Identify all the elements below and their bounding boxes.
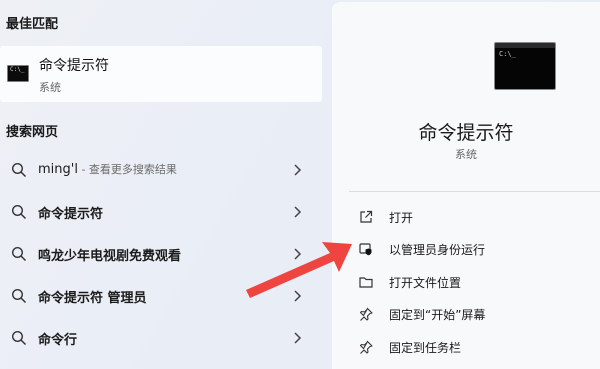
search-result-label: 命令提示符 管理员	[38, 291, 147, 306]
best-match-name: 命令提示符	[39, 58, 109, 74]
search-result-label: 命令行	[38, 333, 78, 348]
divider	[349, 191, 600, 192]
action-label: 固定到“开始”屏幕	[389, 308, 486, 322]
search-icon	[11, 204, 27, 220]
action-label: 以管理员身份运行	[389, 243, 486, 257]
best-match-header: 最佳匹配	[6, 17, 59, 32]
search-icon	[11, 162, 27, 178]
command-prompt-icon: C:\_	[7, 65, 29, 82]
search-results-pane: 最佳匹配 C:\_ 命令提示符 系统 搜索网页 ming'l - 查看更多搜索结…	[0, 0, 332, 369]
annotation-arrow	[246, 242, 352, 298]
app-title: 命令提示符	[418, 122, 514, 144]
app-type: 系统	[455, 148, 477, 161]
search-result-label: 命令提示符	[38, 207, 104, 222]
app-detail-pane: C:\_ 命令提示符 系统 打开 以管理员身份运行 打开文件位置 固定到“开始”…	[332, 2, 600, 369]
folder-icon	[359, 277, 373, 288]
chevron-right-icon[interactable]	[292, 205, 302, 219]
action-label: 打开	[389, 211, 414, 225]
search-result-row[interactable]: 命令提示符	[0, 192, 322, 232]
action-open-file-location[interactable]: 打开文件位置	[332, 268, 600, 296]
best-match-type: 系统	[39, 81, 61, 94]
search-result-label: ming'l - 查看更多搜索结果	[38, 162, 177, 177]
search-icon	[11, 330, 27, 346]
chevron-right-icon[interactable]	[292, 331, 302, 345]
admin-shield-icon	[359, 243, 372, 256]
search-result-row[interactable]: ming'l - 查看更多搜索结果	[0, 150, 322, 190]
open-icon	[360, 210, 373, 223]
search-result-row[interactable]: 命令行	[0, 318, 322, 358]
pin-icon	[359, 307, 373, 321]
best-match-item[interactable]: C:\_ 命令提示符 系统	[0, 46, 322, 102]
search-icon	[11, 246, 27, 262]
chevron-right-icon[interactable]	[292, 163, 302, 177]
action-pin-to-taskbar[interactable]: 固定到任务栏	[332, 333, 600, 361]
action-open[interactable]: 打开	[332, 203, 600, 231]
command-prompt-large-icon: C:\_	[494, 42, 556, 90]
action-pin-to-start[interactable]: 固定到“开始”屏幕	[332, 300, 600, 328]
pin-icon	[359, 340, 373, 354]
web-search-header: 搜索网页	[6, 125, 59, 140]
search-icon	[11, 288, 27, 304]
action-label: 打开文件位置	[389, 276, 462, 290]
action-run-as-admin[interactable]: 以管理员身份运行	[332, 235, 600, 263]
search-result-label: 鸣龙少年电视剧免费观看	[38, 249, 182, 264]
action-label: 固定到任务栏	[389, 341, 462, 355]
